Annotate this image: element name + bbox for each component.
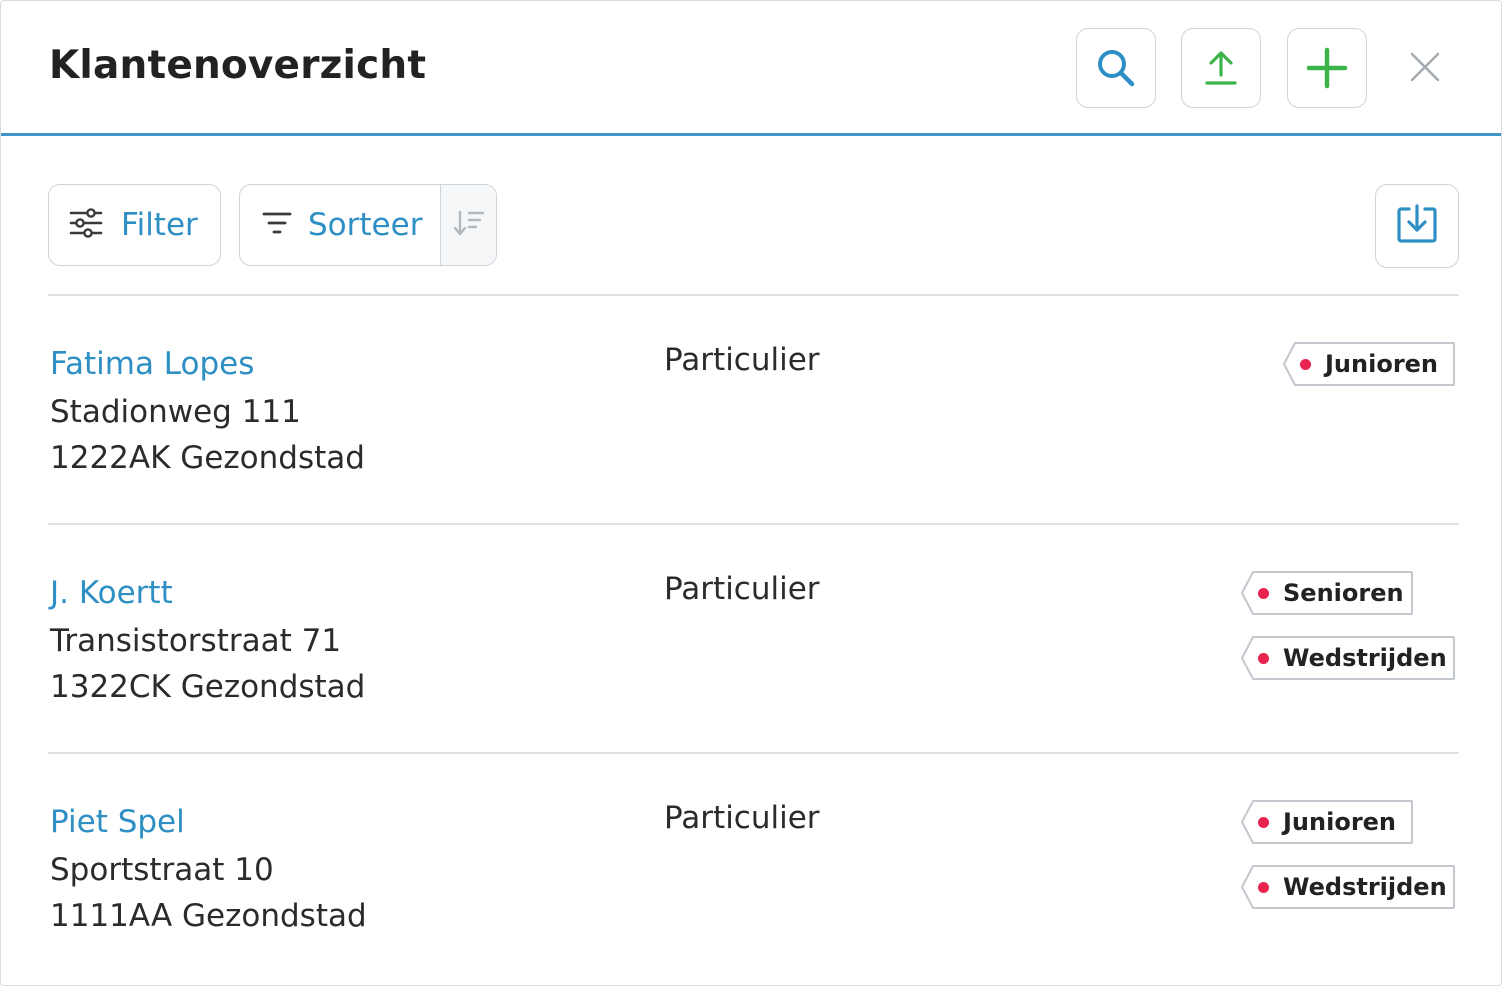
tag-dot: [1258, 816, 1269, 828]
filter-button[interactable]: Filter: [48, 184, 221, 266]
upload-icon: [1204, 50, 1238, 86]
tag-list: Senioren Wedstrijden: [1241, 571, 1455, 680]
customer-type: Particulier: [664, 800, 820, 836]
plus-icon: [1306, 47, 1348, 89]
customer-city: 1111AA Gezondstad: [50, 898, 367, 934]
sliders-icon: [69, 208, 103, 242]
page-title: Klantenoverzicht: [49, 43, 427, 88]
close-button[interactable]: [1399, 43, 1451, 95]
download-button[interactable]: [1375, 184, 1459, 268]
tag-label: Junioren: [1325, 350, 1439, 378]
tag-dot: [1258, 881, 1269, 893]
sort-descending-icon: [453, 209, 485, 241]
sort-control: Sorteer: [239, 184, 497, 266]
tag[interactable]: Senioren: [1241, 571, 1413, 615]
customer-street: Transistorstraat 71: [50, 623, 342, 659]
customer-street: Stadionweg 111: [50, 394, 301, 430]
customer-name-link[interactable]: J. Koertt: [50, 575, 173, 611]
tag[interactable]: Wedstrijden: [1241, 865, 1455, 909]
close-icon: [1410, 52, 1440, 86]
tag-list: Junioren Wedstrijden: [1241, 800, 1455, 909]
customer-name-link[interactable]: Fatima Lopes: [50, 346, 254, 382]
list-item: Fatima Lopes Stadionweg 111 1222AK Gezon…: [48, 296, 1459, 525]
list-item: J. Koertt Transistorstraat 71 1322CK Gez…: [48, 525, 1459, 754]
customer-overview-panel: Klantenoverzicht Filter Sorteer Fatima L…: [0, 0, 1502, 986]
customer-street: Sportstraat 10: [50, 852, 274, 888]
list-item: Piet Spel Sportstraat 10 1111AA Gezondst…: [48, 754, 1459, 983]
tag-dot: [1300, 358, 1311, 370]
upload-button[interactable]: [1181, 28, 1261, 108]
sort-lines-icon: [262, 210, 292, 240]
tag-label: Wedstrijden: [1283, 873, 1447, 901]
tag[interactable]: Wedstrijden: [1241, 636, 1455, 680]
customer-city: 1222AK Gezondstad: [50, 440, 365, 476]
sort-direction-button[interactable]: [440, 185, 496, 265]
customer-type: Particulier: [664, 342, 820, 378]
tag[interactable]: Junioren: [1283, 342, 1455, 386]
filter-label: Filter: [121, 207, 198, 243]
tag-label: Senioren: [1283, 579, 1404, 607]
search-button[interactable]: [1076, 28, 1156, 108]
search-icon: [1095, 47, 1137, 89]
customer-type: Particulier: [664, 571, 820, 607]
download-icon: [1396, 203, 1438, 249]
tag-label: Wedstrijden: [1283, 644, 1447, 672]
customer-city: 1322CK Gezondstad: [50, 669, 366, 705]
tag-dot: [1258, 652, 1269, 664]
sort-button[interactable]: Sorteer: [240, 185, 440, 265]
add-button[interactable]: [1287, 28, 1367, 108]
sort-label: Sorteer: [308, 207, 423, 243]
tag-label: Junioren: [1283, 808, 1397, 836]
panel-header: Klantenoverzicht: [1, 1, 1501, 136]
customer-name-link[interactable]: Piet Spel: [50, 804, 185, 840]
tag-dot: [1258, 587, 1269, 599]
tag[interactable]: Junioren: [1241, 800, 1413, 844]
tag-list: Junioren: [1283, 342, 1455, 386]
